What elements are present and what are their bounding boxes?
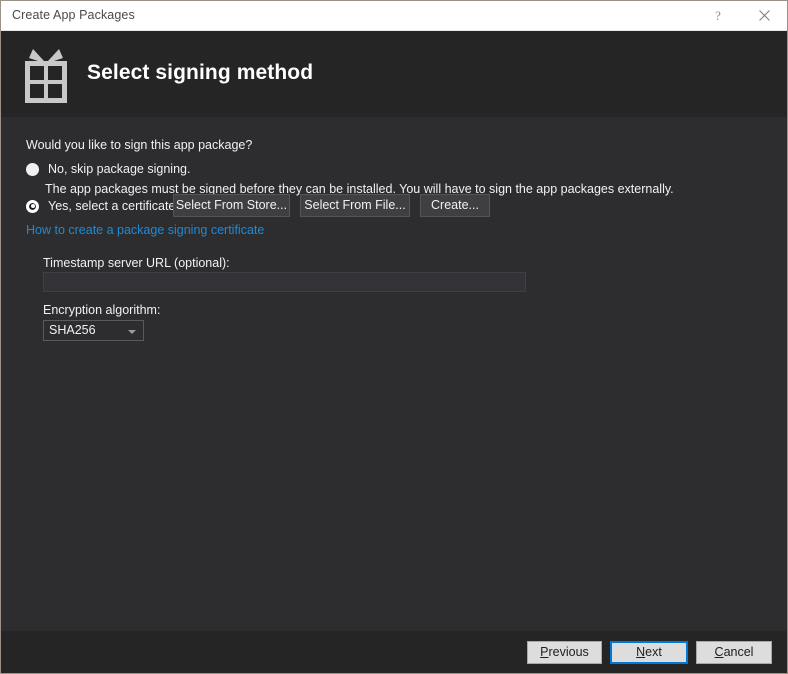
cancel-button[interactable]: Cancel	[696, 641, 772, 664]
radio-yes-certificate-indicator[interactable]	[26, 199, 39, 213]
window-title: Create App Packages	[12, 8, 135, 22]
close-button[interactable]	[741, 1, 787, 30]
radio-yes-certificate-label: Yes, select a certificate:	[48, 199, 179, 213]
radio-no-skip-label: No, skip package signing.	[48, 162, 191, 176]
create-certificate-button[interactable]: Create...	[420, 194, 490, 217]
question-mark-icon: ?	[715, 8, 721, 23]
encryption-algorithm-value: SHA256	[49, 323, 96, 337]
dialog-header: Select signing method	[1, 31, 787, 117]
help-button[interactable]: ?	[695, 1, 741, 30]
previous-button[interactable]: Previous	[527, 641, 602, 664]
timestamp-server-input[interactable]	[43, 272, 526, 292]
next-button[interactable]: Next	[610, 641, 688, 664]
dialog-footer: Previous Next Cancel	[1, 631, 787, 673]
radio-no-skip-indicator[interactable]	[26, 162, 39, 176]
close-icon	[758, 10, 770, 21]
radio-option-yes-certificate[interactable]: Yes, select a certificate:	[26, 199, 179, 213]
create-app-packages-dialog: Create App Packages ? Select signing met…	[0, 0, 788, 674]
how-to-create-certificate-link[interactable]: How to create a package signing certific…	[26, 223, 264, 237]
encryption-algorithm-label: Encryption algorithm:	[43, 303, 161, 317]
chevron-down-icon	[128, 330, 136, 334]
timestamp-server-label: Timestamp server URL (optional):	[43, 256, 230, 270]
dialog-body: Would you like to sign this app package?…	[1, 117, 787, 631]
page-title: Select signing method	[87, 61, 314, 84]
encryption-algorithm-dropdown[interactable]: SHA256	[43, 320, 144, 341]
radio-option-no-skip[interactable]: No, skip package signing.	[26, 162, 190, 176]
select-from-store-button[interactable]: Select From Store...	[173, 194, 290, 217]
title-bar: Create App Packages ?	[1, 1, 787, 31]
package-gift-icon	[25, 49, 67, 103]
signing-question-label: Would you like to sign this app package?	[26, 138, 253, 152]
select-from-file-button[interactable]: Select From File...	[300, 194, 410, 217]
